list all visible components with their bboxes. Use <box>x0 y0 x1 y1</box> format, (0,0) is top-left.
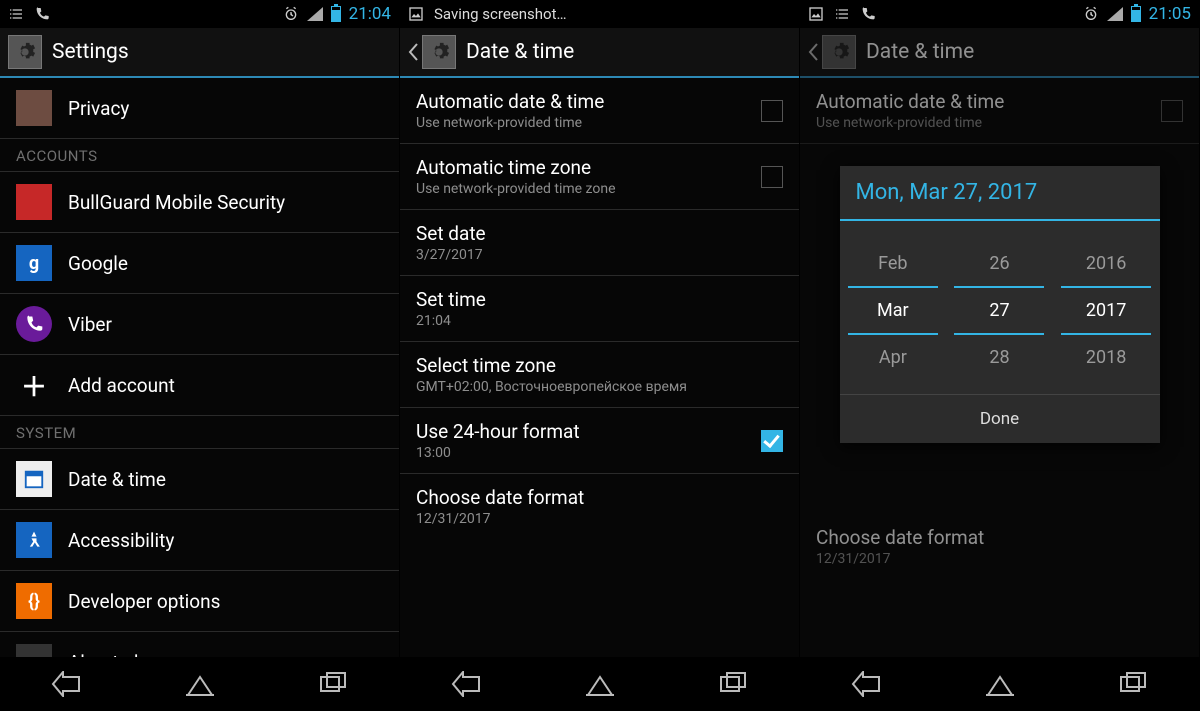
month-spinner[interactable]: Feb Mar Apr <box>848 241 938 380</box>
action-bar: Settings <box>0 28 399 78</box>
24h-checkbox[interactable] <box>761 430 783 452</box>
auto-date-checkbox <box>1161 100 1183 122</box>
status-bar: 21:05 <box>800 0 1199 28</box>
developer-icon: {} <box>16 583 52 619</box>
google-icon: g <box>16 245 52 281</box>
action-bar-title: Settings <box>52 40 129 64</box>
date-time-list[interactable]: Automatic date & time Use network-provid… <box>400 78 799 657</box>
signal-icon <box>1107 7 1123 21</box>
phone-panel-1: 21:04 Settings Privacy ACCOUNTS BullGuar… <box>0 0 400 711</box>
phone-panel-2: Saving screenshot… Date & time Automatic… <box>400 0 800 711</box>
year-spinner[interactable]: 2016 2017 2018 <box>1061 241 1151 380</box>
date-time-icon <box>16 461 52 497</box>
nav-back-icon[interactable] <box>51 671 83 697</box>
date-picker-dialog[interactable]: Mon, Mar 27, 2017 Feb Mar Apr 26 27 28 2… <box>840 166 1160 443</box>
section-header-system: SYSTEM <box>0 416 399 449</box>
viber-icon <box>16 306 52 342</box>
settings-gear-icon <box>822 35 856 69</box>
battery-icon <box>331 6 341 22</box>
back-icon[interactable] <box>408 43 418 61</box>
account-bullguard[interactable]: BullGuard Mobile Security <box>0 172 399 233</box>
nav-home-icon[interactable] <box>184 671 216 697</box>
alarm-icon <box>283 6 299 22</box>
pref-24h[interactable]: Use 24-hour format 13:00 <box>400 408 799 474</box>
status-clock: 21:04 <box>349 4 391 24</box>
pref-timezone[interactable]: Select time zone GMT+02:00, Восточноевро… <box>400 342 799 408</box>
pref-set-time[interactable]: Set time 21:04 <box>400 276 799 342</box>
nav-back-icon[interactable] <box>451 671 483 697</box>
plus-icon: ＋ <box>16 367 52 403</box>
pref-auto-tz[interactable]: Automatic time zone Use network-provided… <box>400 144 799 210</box>
phone-icon <box>860 6 876 22</box>
nav-back-icon[interactable] <box>851 671 883 697</box>
image-icon <box>808 6 824 22</box>
signal-icon <box>307 7 323 21</box>
day-spinner[interactable]: 26 27 28 <box>954 241 1044 380</box>
system-about-phone[interactable]: About phone <box>0 632 399 657</box>
auto-date-checkbox[interactable] <box>761 100 783 122</box>
dialog-header: Mon, Mar 27, 2017 <box>840 166 1160 221</box>
settings-list[interactable]: Privacy ACCOUNTS BullGuard Mobile Securi… <box>0 78 399 657</box>
status-bar: Saving screenshot… <box>400 0 799 28</box>
action-bar-title: Date & time <box>466 40 574 64</box>
back-icon[interactable] <box>808 43 818 61</box>
pref-date-format[interactable]: Choose date format 12/31/2017 <box>400 474 799 539</box>
system-date-time[interactable]: Date & time <box>0 449 399 510</box>
nav-home-icon[interactable] <box>984 671 1016 697</box>
settings-gear-icon[interactable] <box>8 35 42 69</box>
account-viber[interactable]: Viber <box>0 294 399 355</box>
image-icon <box>408 6 424 22</box>
account-google[interactable]: g Google <box>0 233 399 294</box>
nav-bar <box>800 657 1199 711</box>
settings-item-privacy[interactable]: Privacy <box>0 78 399 139</box>
saving-text: Saving screenshot… <box>434 5 567 23</box>
phone-panel-3: 21:05 Date & time Automatic date & time … <box>800 0 1200 711</box>
add-account[interactable]: ＋ Add account <box>0 355 399 416</box>
phone-icon <box>34 6 50 22</box>
pref-set-date[interactable]: Set date 3/27/2017 <box>400 210 799 276</box>
bullguard-icon <box>16 184 52 220</box>
about-phone-icon <box>16 644 52 657</box>
auto-tz-checkbox[interactable] <box>761 166 783 188</box>
status-bar: 21:04 <box>0 0 399 28</box>
action-bar-title: Date & time <box>866 40 974 64</box>
date-spinners: Feb Mar Apr 26 27 28 2016 2017 2018 <box>840 221 1160 394</box>
action-bar: Date & time <box>800 28 1199 78</box>
nav-recent-icon[interactable] <box>717 671 749 697</box>
system-developer-options[interactable]: {} Developer options <box>0 571 399 632</box>
status-clock: 21:05 <box>1149 4 1191 24</box>
nav-home-icon[interactable] <box>584 671 616 697</box>
pref-auto-date[interactable]: Automatic date & time Use network-provid… <box>400 78 799 144</box>
system-accessibility[interactable]: Accessibility <box>0 510 399 571</box>
action-bar[interactable]: Date & time <box>400 28 799 78</box>
battery-icon <box>1131 6 1141 22</box>
nav-bar <box>0 657 399 711</box>
list-icon <box>8 6 24 22</box>
list-icon <box>834 6 850 22</box>
alarm-icon <box>1083 6 1099 22</box>
accessibility-icon <box>16 522 52 558</box>
pref-auto-date: Automatic date & time Use network-provid… <box>800 78 1199 144</box>
nav-recent-icon[interactable] <box>317 671 349 697</box>
privacy-icon <box>16 90 52 126</box>
nav-recent-icon[interactable] <box>1117 671 1149 697</box>
settings-gear-icon <box>422 35 456 69</box>
pref-date-format: Choose date format 12/31/2017 <box>800 514 1199 579</box>
nav-bar <box>400 657 799 711</box>
section-header-accounts: ACCOUNTS <box>0 139 399 172</box>
done-button[interactable]: Done <box>840 394 1160 443</box>
